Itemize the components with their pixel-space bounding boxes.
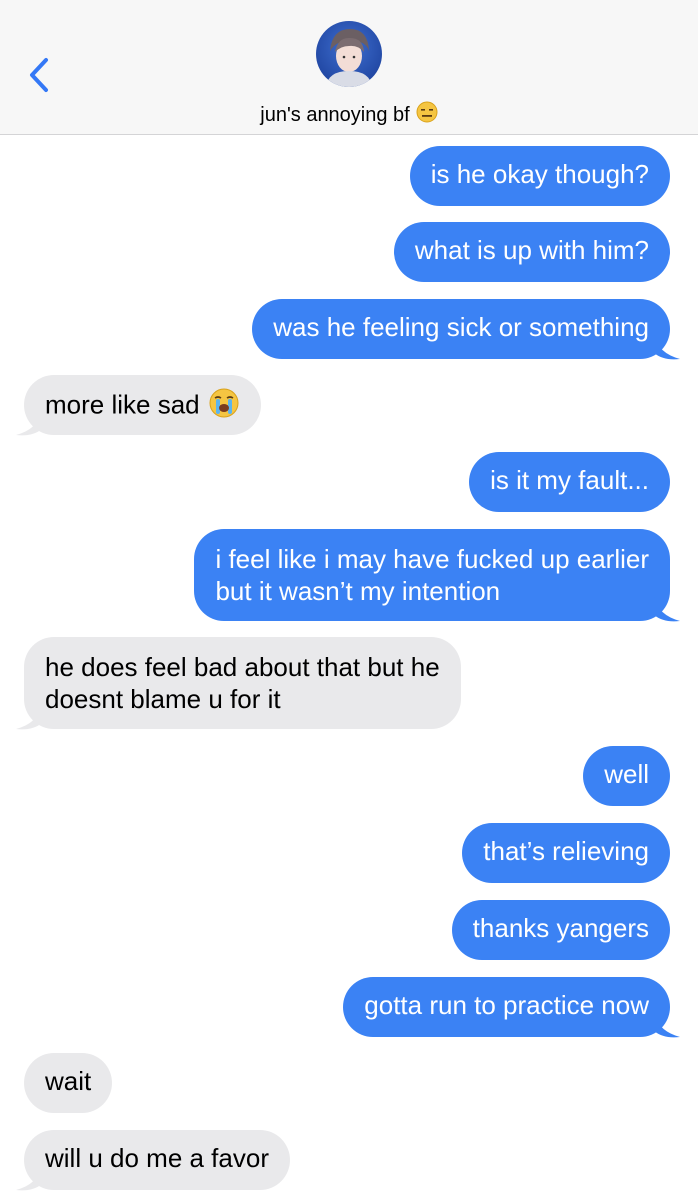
sent-message-bubble[interactable]: i feel like i may have fucked up earlier… xyxy=(194,529,670,621)
sent-bubble-tail xyxy=(654,335,680,360)
received-bubble-tail xyxy=(16,411,42,436)
received-message-bubble[interactable]: wait xyxy=(24,1053,113,1113)
sent-message-bubble[interactable]: is he okay though? xyxy=(409,146,670,206)
sent-message-bubble[interactable]: was he feeling sick or something xyxy=(252,299,670,359)
sent-message-bubble[interactable]: that’s relieving xyxy=(462,823,670,883)
received-message-bubble[interactable]: will u do me a favor xyxy=(24,1130,290,1190)
message-thread: is he okay though? what is up with him? … xyxy=(0,0,698,1200)
sent-message-bubble[interactable]: what is up with him? xyxy=(393,222,670,282)
sent-message-bubble[interactable]: well xyxy=(583,746,670,806)
sent-message-bubble[interactable]: thanks yangers xyxy=(451,900,670,960)
sent-bubble-tail xyxy=(654,1013,680,1038)
received-bubble-tail xyxy=(16,705,42,730)
received-message-bubble[interactable]: he does feel bad about that but he doesn… xyxy=(24,637,461,729)
sent-message-bubble[interactable]: gotta run to practice now xyxy=(343,977,670,1037)
sent-message-bubble[interactable]: is it my fault... xyxy=(469,452,670,512)
received-bubble-tail xyxy=(16,1166,42,1191)
loudly-crying-face-emoji-icon xyxy=(208,387,240,426)
received-message-bubble[interactable]: more like sad xyxy=(24,375,261,435)
sent-bubble-tail xyxy=(654,597,680,622)
